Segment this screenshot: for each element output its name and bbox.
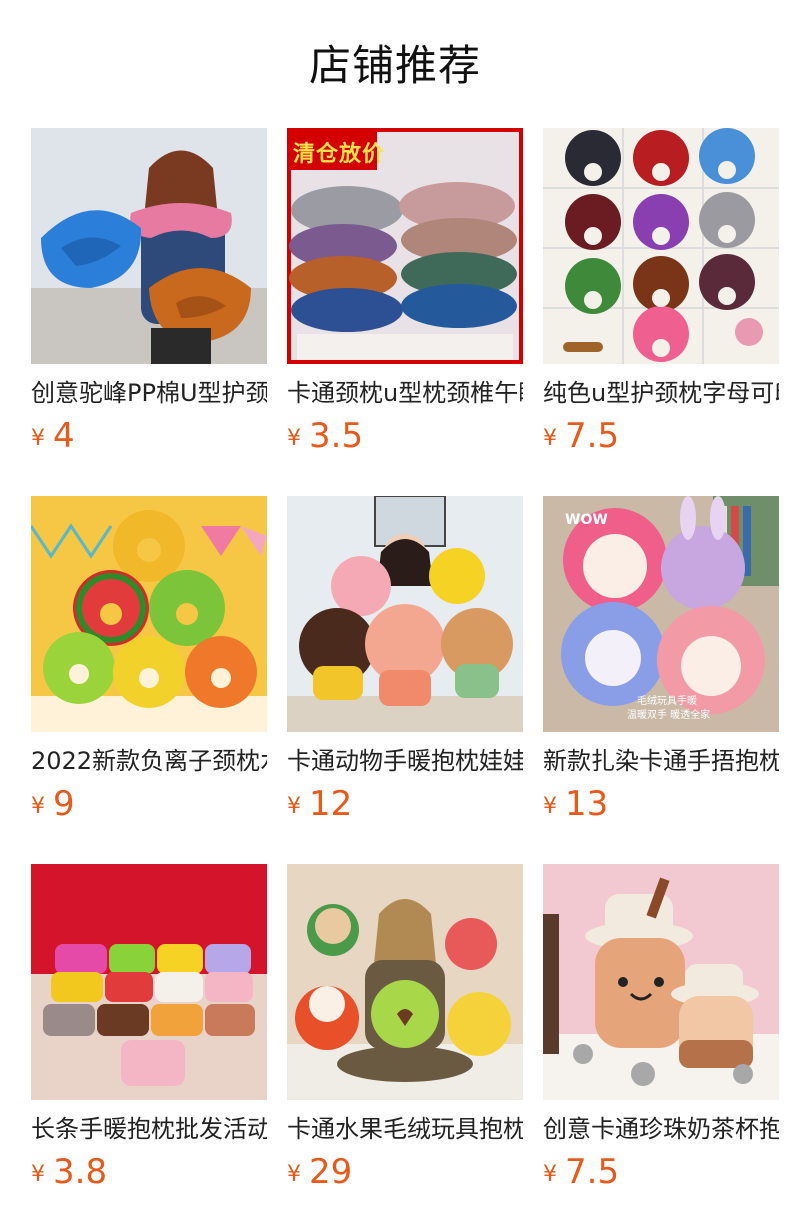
product-card[interactable]: 长条手暖抱枕批发活动 ¥3.8 bbox=[31, 864, 267, 1192]
price-value: 13 bbox=[565, 784, 609, 824]
price-value: 12 bbox=[309, 784, 353, 824]
product-price: ¥9 bbox=[31, 782, 267, 826]
product-card[interactable]: 创意卡通珍珠奶茶杯抱枕 ¥7.5 bbox=[543, 864, 779, 1192]
currency-symbol: ¥ bbox=[287, 426, 301, 451]
product-card[interactable]: 卡通动物手暖抱枕娃娃 ¥12 bbox=[287, 496, 523, 824]
product-image[interactable] bbox=[31, 496, 267, 732]
page-title: 店铺推荐 bbox=[308, 41, 481, 90]
clearance-badge: 清仓放价 bbox=[293, 142, 386, 167]
price-value: 3.8 bbox=[53, 1152, 108, 1192]
product-price: ¥3.5 bbox=[287, 414, 523, 458]
currency-symbol: ¥ bbox=[31, 1162, 45, 1187]
product-card[interactable]: 卡通水果毛绒玩具抱枕 ¥29 bbox=[287, 864, 523, 1192]
price-value: 9 bbox=[53, 784, 75, 824]
price-value: 3.5 bbox=[309, 416, 364, 456]
price-value: 29 bbox=[309, 1152, 353, 1192]
currency-symbol: ¥ bbox=[287, 794, 301, 819]
product-image[interactable] bbox=[287, 864, 523, 1100]
image-caption-line1: 毛绒玩具手暖 bbox=[637, 696, 697, 707]
product-name[interactable]: 纯色u型护颈枕字母可印 bbox=[543, 378, 779, 408]
price-value: 7.5 bbox=[565, 1152, 620, 1192]
price-value: 7.5 bbox=[565, 416, 620, 456]
currency-symbol: ¥ bbox=[287, 1162, 301, 1187]
product-image[interactable] bbox=[543, 864, 779, 1100]
product-image[interactable]: WOW 毛绒玩具手暖 温暖双手 暖透全家 bbox=[543, 496, 779, 732]
currency-symbol: ¥ bbox=[31, 794, 45, 819]
image-caption-line2: 温暖双手 暖透全家 bbox=[627, 710, 711, 721]
product-name[interactable]: 卡通动物手暖抱枕娃娃 bbox=[287, 746, 523, 776]
price-value: 4 bbox=[53, 416, 75, 456]
product-image[interactable]: 清仓放价 bbox=[287, 128, 523, 364]
product-name[interactable]: 卡通颈枕u型枕颈椎午睡枕 bbox=[287, 378, 523, 408]
product-card[interactable]: 创意驼峰PP棉U型护颈枕 ¥4 bbox=[31, 128, 267, 456]
product-image[interactable] bbox=[31, 864, 267, 1100]
product-price: ¥12 bbox=[287, 782, 523, 826]
product-name[interactable]: 长条手暖抱枕批发活动 bbox=[31, 1114, 267, 1144]
product-card[interactable]: 纯色u型护颈枕字母可印 ¥7.5 bbox=[543, 128, 779, 456]
product-name[interactable]: 创意驼峰PP棉U型护颈枕 bbox=[31, 378, 267, 408]
product-name[interactable]: 创意卡通珍珠奶茶杯抱枕 bbox=[543, 1114, 779, 1144]
product-image[interactable] bbox=[31, 128, 267, 364]
product-price: ¥7.5 bbox=[543, 414, 779, 458]
product-card[interactable]: 2022新款负离子颈枕水果 ¥9 bbox=[31, 496, 267, 824]
product-price: ¥4 bbox=[31, 414, 267, 458]
product-name[interactable]: 卡通水果毛绒玩具抱枕 bbox=[287, 1114, 523, 1144]
currency-symbol: ¥ bbox=[543, 1162, 557, 1187]
product-image[interactable] bbox=[287, 496, 523, 732]
product-name[interactable]: 2022新款负离子颈枕水果 bbox=[31, 746, 267, 776]
product-card[interactable]: 清仓放价 卡通颈枕u型枕颈椎午睡枕 ¥3.5 bbox=[287, 128, 523, 456]
product-image[interactable] bbox=[543, 128, 779, 364]
product-price: ¥13 bbox=[543, 782, 779, 826]
currency-symbol: ¥ bbox=[31, 426, 45, 451]
wow-sticker: WOW bbox=[565, 512, 608, 528]
product-price: ¥3.8 bbox=[31, 1150, 267, 1194]
product-name[interactable]: 新款扎染卡通手捂抱枕 bbox=[543, 746, 779, 776]
currency-symbol: ¥ bbox=[543, 426, 557, 451]
currency-symbol: ¥ bbox=[543, 794, 557, 819]
product-card[interactable]: WOW 毛绒玩具手暖 温暖双手 暖透全家 新款扎染卡通手捂抱枕 ¥13 bbox=[543, 496, 779, 824]
product-price: ¥29 bbox=[287, 1150, 523, 1194]
product-price: ¥7.5 bbox=[543, 1150, 779, 1194]
